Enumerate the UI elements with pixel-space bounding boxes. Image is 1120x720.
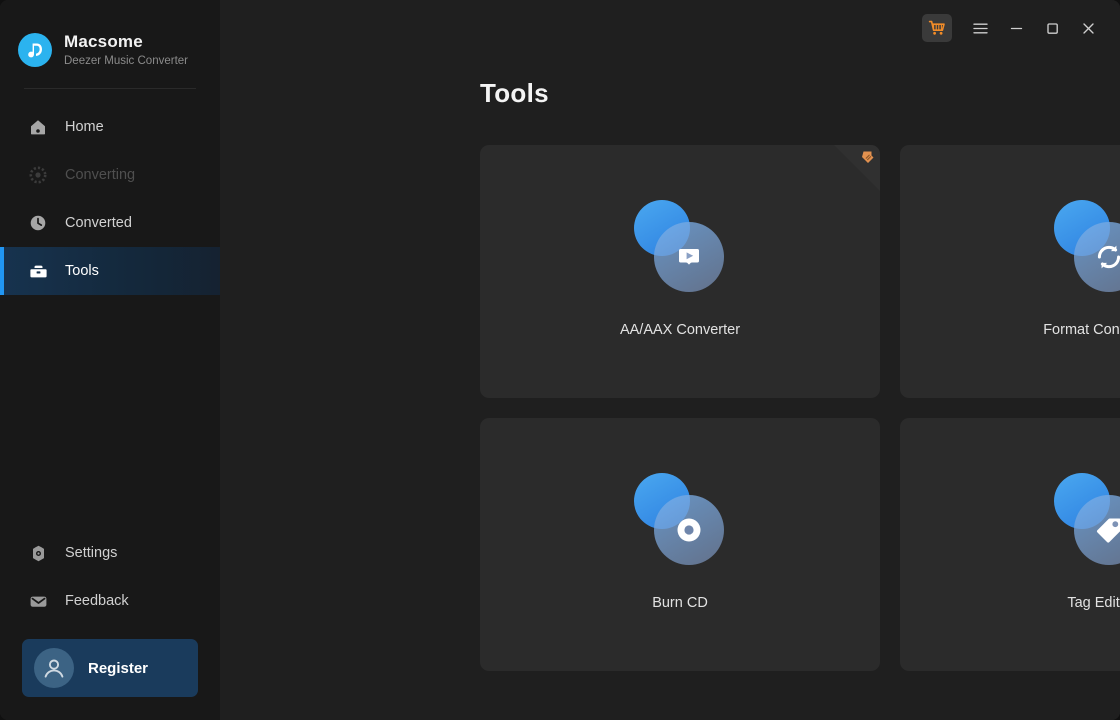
new-feature-badge-icon <box>834 145 880 191</box>
sidebar: Macsome Deezer Music Converter Home Conv… <box>0 0 220 720</box>
convert-spinner-icon <box>28 165 48 185</box>
sidebar-bottom: Settings Feedback Register <box>0 529 220 720</box>
toolbox-icon <box>28 261 48 281</box>
icon-front-circle <box>654 222 724 292</box>
sidebar-item-label: Converted <box>65 215 132 231</box>
tool-card-label: Burn CD <box>652 595 708 611</box>
page-title: Tools <box>480 78 549 108</box>
main-content: Tools AA/AAX Converter Format Con Burn C… <box>220 0 1120 720</box>
tool-card-format-converter[interactable]: Format Converter <box>900 145 1120 398</box>
app-window: Macsome Deezer Music Converter Home Conv… <box>0 0 1120 720</box>
sidebar-item-settings[interactable]: Settings <box>0 529 220 577</box>
gear-icon <box>28 543 48 563</box>
sidebar-item-feedback[interactable]: Feedback <box>0 577 220 625</box>
compact-disc-icon <box>632 473 728 569</box>
macsome-logo-icon <box>18 33 52 67</box>
sidebar-item-label: Tools <box>65 263 99 279</box>
sidebar-item-tools[interactable]: Tools <box>0 247 220 295</box>
sidebar-item-label: Feedback <box>65 593 129 609</box>
envelope-icon <box>28 591 48 611</box>
register-label: Register <box>88 659 149 677</box>
tools-card-grid: AA/AAX Converter Format Converter <box>480 145 1120 671</box>
tool-card-label: Tag Editor <box>1067 595 1120 611</box>
sidebar-item-label: Converting <box>65 167 136 183</box>
minimize-icon[interactable] <box>998 13 1034 43</box>
sidebar-item-home[interactable]: Home <box>0 103 220 151</box>
tool-card-label: AA/AAX Converter <box>619 322 741 338</box>
sidebar-item-label: Home <box>65 119 104 135</box>
refresh-arrows-icon <box>1052 200 1120 296</box>
tool-card-label: Format Converter <box>1043 322 1120 338</box>
tool-card-tag-editor[interactable]: Tag Editor <box>900 418 1120 671</box>
brand-header: Macsome Deezer Music Converter <box>0 0 220 74</box>
icon-front-circle <box>654 495 724 565</box>
sidebar-nav: Home Converting Converted Tools <box>0 103 220 295</box>
tool-card-burn-cd[interactable]: Burn CD <box>480 418 880 671</box>
sidebar-item-converted[interactable]: Converted <box>0 199 220 247</box>
user-avatar-icon <box>34 648 74 688</box>
sidebar-item-converting[interactable]: Converting <box>0 151 220 199</box>
titlebar <box>922 0 1120 56</box>
sidebar-divider <box>24 88 196 89</box>
hamburger-menu-icon[interactable] <box>962 13 998 43</box>
home-icon <box>28 117 48 137</box>
tool-card-aa-aax-converter[interactable]: AA/AAX Converter <box>480 145 880 398</box>
play-book-icon <box>632 200 728 296</box>
brand-subtitle: Deezer Music Converter <box>64 55 188 67</box>
price-tag-icon <box>1052 473 1120 569</box>
shopping-cart-icon[interactable] <box>922 14 952 42</box>
sidebar-item-label: Settings <box>65 545 118 561</box>
brand-text-block: Macsome Deezer Music Converter <box>64 32 188 68</box>
clock-icon <box>28 213 48 233</box>
close-icon[interactable] <box>1070 13 1106 43</box>
maximize-icon[interactable] <box>1034 13 1070 43</box>
register-button[interactable]: Register <box>22 639 198 697</box>
brand-name: Macsome <box>64 32 143 51</box>
